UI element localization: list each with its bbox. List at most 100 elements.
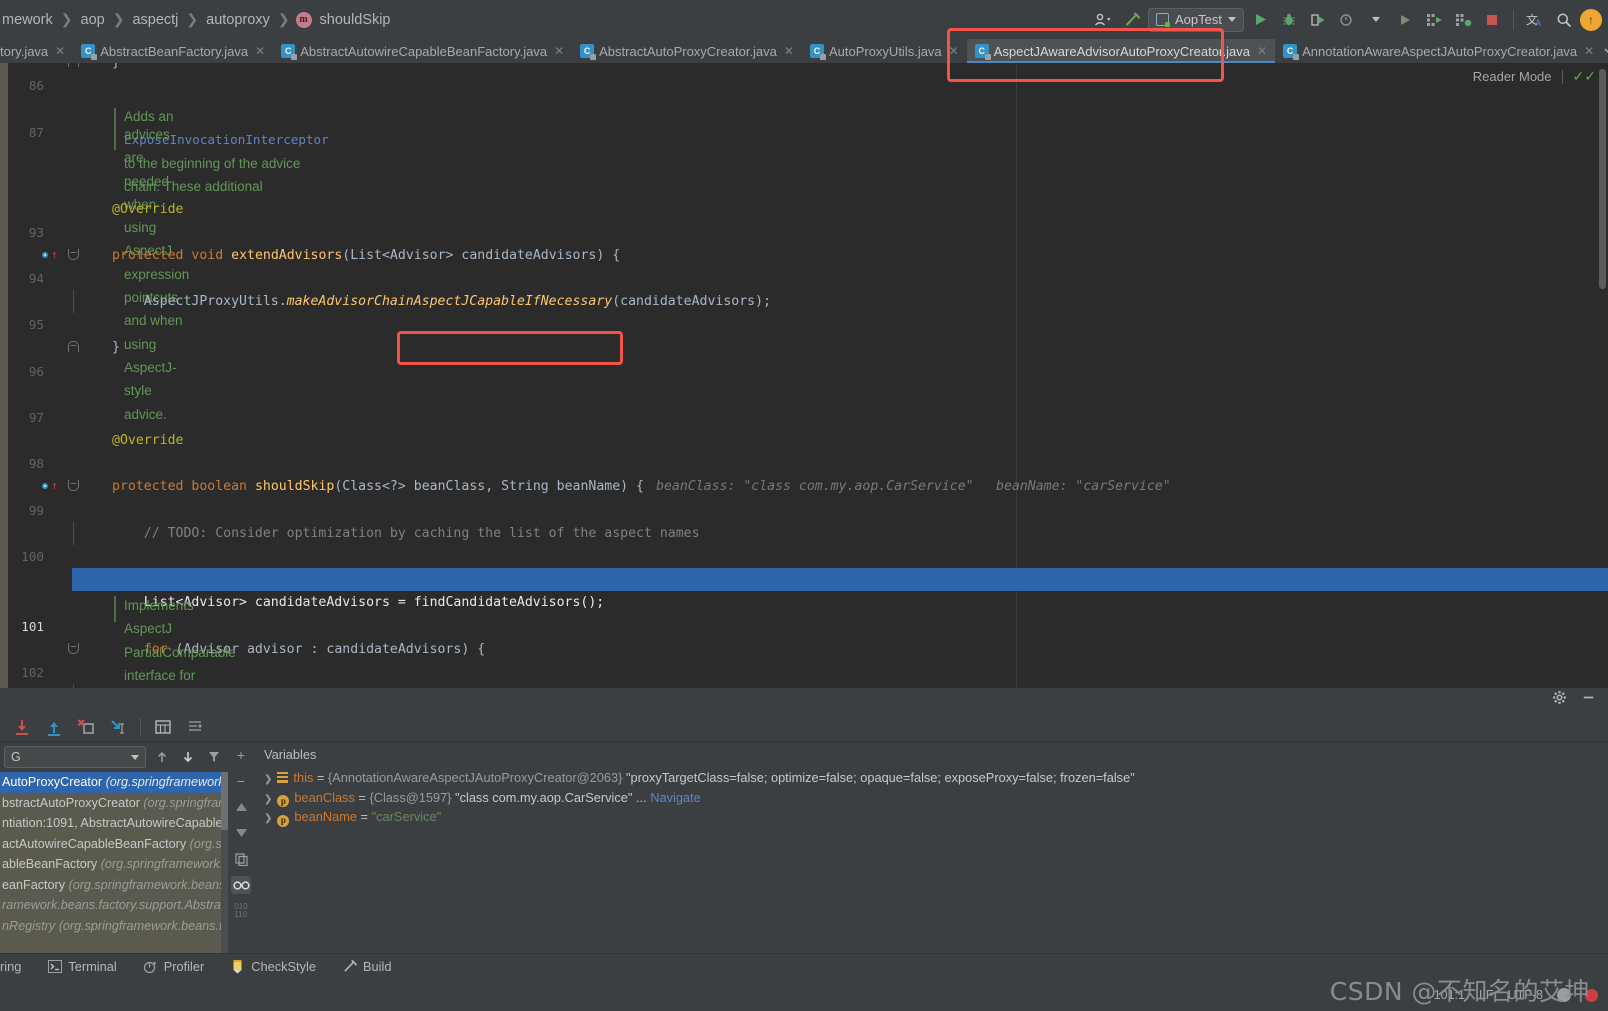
breadcrumb-item-1[interactable]: aop xyxy=(79,12,107,28)
close-icon[interactable]: ✕ xyxy=(949,44,959,58)
toolwindow-build[interactable]: Build xyxy=(342,959,391,974)
chevron-down-icon[interactable] xyxy=(1363,7,1389,33)
editor-tab[interactable]: C AbstractAutoProxyCreator.java ✕ xyxy=(572,39,802,63)
line-number: 102 xyxy=(0,661,44,684)
frame-item[interactable]: actAutowireCapableBeanFactory (org.sp xyxy=(0,834,228,855)
debug-icon[interactable] xyxy=(1276,7,1302,33)
toolwindow-label: CheckStyle xyxy=(251,959,316,974)
override-arrow-icon[interactable]: ↑ xyxy=(51,481,58,491)
attach-debugger-icon[interactable] xyxy=(1421,7,1447,33)
attach-profiler-icon[interactable] xyxy=(1450,7,1476,33)
code-line: 98 @Override xyxy=(0,429,1608,452)
inspect-icon[interactable] xyxy=(231,876,251,894)
editor-tab[interactable]: C AutoProxyUtils.java ✕ xyxy=(802,39,967,63)
variable-row[interactable]: ❯this = {AnnotationAwareAspectJAutoProxy… xyxy=(254,768,1608,788)
run-with-coverage-icon[interactable] xyxy=(1305,7,1331,33)
rerun-icon[interactable] xyxy=(1392,7,1418,33)
frame-item[interactable]: bstractAutoProxyCreator (org.springfram xyxy=(0,793,228,814)
search-everywhere-icon[interactable] xyxy=(1551,7,1577,33)
settings-gear-icon[interactable] xyxy=(1552,690,1567,710)
profile-icon[interactable] xyxy=(1334,7,1360,33)
breadcrumb-item-4[interactable]: shouldSkip xyxy=(318,12,393,28)
frame-item[interactable]: AutoProxyCreator (org.springframework. xyxy=(0,772,228,793)
frame-item[interactable]: eanFactory (org.springframework.beans. xyxy=(0,875,228,896)
fold-icon[interactable]: – xyxy=(68,643,79,654)
editor-tab[interactable]: C AbstractBeanFactory.java ✕ xyxy=(73,39,273,63)
run-icon[interactable] xyxy=(1247,7,1273,33)
updates-available-icon[interactable]: ↑ xyxy=(1580,9,1602,31)
force-step-into-icon[interactable] xyxy=(76,717,96,737)
close-icon[interactable]: ✕ xyxy=(784,44,794,58)
code-editor[interactable]: Reader Mode ✓✓ 86 – } 87 Adds an ExposeI… xyxy=(0,63,1608,688)
translate-icon[interactable]: 文 A xyxy=(1522,7,1548,33)
editor-tab[interactable]: tory.java ✕ xyxy=(0,39,73,63)
expand-chevron-icon[interactable]: ❯ xyxy=(264,794,272,805)
step-over-icon[interactable] xyxy=(12,717,32,737)
step-into-icon[interactable] xyxy=(44,717,64,737)
frames-scrollbar-thumb[interactable] xyxy=(221,772,228,830)
toolwindow-checkstyle[interactable]: CheckStyle xyxy=(230,959,316,974)
close-icon[interactable]: ✕ xyxy=(55,44,65,58)
remove-watch-icon[interactable]: − xyxy=(231,772,251,790)
editor-tab-active[interactable]: C AspectJAwareAdvisorAutoProxyCreator.ja… xyxy=(967,39,1275,63)
breakpoint-icon[interactable] xyxy=(40,481,50,491)
tab-list-chevron[interactable] xyxy=(1602,39,1608,63)
evaluate-expression-icon[interactable] xyxy=(153,717,173,737)
move-down-icon[interactable] xyxy=(231,824,251,842)
toolwindow-profiler[interactable]: Profiler xyxy=(143,959,205,974)
navigate-link[interactable]: Navigate xyxy=(650,790,701,805)
editor-tab[interactable]: C AnnotationAwareAspectJAutoProxyCreator… xyxy=(1275,39,1602,63)
reader-mode-toggle[interactable]: Reader Mode ✓✓ xyxy=(1473,68,1596,85)
frame-main: ableBeanFactory xyxy=(2,857,97,871)
variable-row[interactable]: ❯pbeanName = "carService" xyxy=(254,807,1608,827)
variable-row[interactable]: ❯pbeanClass = {Class@1597} "class com.my… xyxy=(254,788,1608,808)
frame-item[interactable]: ntiation:1091, AbstractAutowireCapableBe xyxy=(0,813,228,834)
close-icon[interactable]: ✕ xyxy=(1584,44,1594,58)
step-out-icon[interactable] xyxy=(108,717,128,737)
close-icon[interactable]: ✕ xyxy=(255,44,265,58)
view-breakpoints-icon[interactable] xyxy=(185,717,205,737)
editor-tab-label: AspectJAwareAdvisorAutoProxyCreator.java xyxy=(994,44,1250,59)
editor-tab[interactable]: C AbstractAutowireCapableBeanFactory.jav… xyxy=(273,39,572,63)
editor-tab-label: AbstractAutoProxyCreator.java xyxy=(599,44,777,59)
watermark: CSDN @不知名的艾坤 xyxy=(1330,972,1590,1008)
frame-item[interactable]: ramework.beans.factory.support.Abstract xyxy=(0,895,228,916)
frames-list[interactable]: AutoProxyCreator (org.springframework. b… xyxy=(0,772,228,953)
fold-icon[interactable]: – xyxy=(68,63,79,67)
move-up-icon[interactable] xyxy=(231,798,251,816)
build-hammer-icon[interactable] xyxy=(1119,7,1145,33)
fold-icon[interactable]: – xyxy=(68,249,79,260)
copy-icon[interactable] xyxy=(231,850,251,868)
breadcrumb-item-0[interactable]: mework xyxy=(0,12,55,28)
override-arrow-icon[interactable]: ↑ xyxy=(51,250,58,260)
toolwindow-terminal[interactable]: Terminal xyxy=(47,959,116,974)
variable-ref: {Class@1597} xyxy=(369,790,451,805)
close-icon[interactable]: ✕ xyxy=(1257,44,1267,58)
fold-icon[interactable]: – xyxy=(68,480,79,491)
frames-scrollbar[interactable] xyxy=(221,772,228,953)
breakpoint-icon[interactable] xyxy=(40,250,50,260)
fold-icon[interactable]: – xyxy=(68,341,79,352)
stop-icon[interactable] xyxy=(1479,7,1505,33)
filter-icon[interactable] xyxy=(204,747,224,767)
code-line-101: 101 List<Advisor> candidateAdvisors = fi… xyxy=(0,591,1608,614)
binary-icon[interactable]: 010110 xyxy=(231,902,251,920)
breakpoint-marker[interactable]: ↑ xyxy=(40,481,64,491)
expand-chevron-icon[interactable]: ❯ xyxy=(264,774,272,785)
run-configuration-selector[interactable]: AopTest xyxy=(1148,8,1244,32)
toolwindow-spring[interactable]: ring xyxy=(0,959,21,974)
breadcrumb-item-3[interactable]: autoproxy xyxy=(204,12,272,28)
frame-item[interactable]: nRegistry (org.springframework.beans.fa xyxy=(0,916,228,937)
breadcrumb-item-2[interactable]: aspectj xyxy=(130,12,180,28)
add-to-watches-icon[interactable]: + xyxy=(231,746,251,764)
minimize-icon[interactable] xyxy=(1581,690,1596,710)
close-icon[interactable]: ✕ xyxy=(554,44,564,58)
arrow-down-icon[interactable] xyxy=(178,747,198,767)
arrow-up-icon[interactable] xyxy=(152,747,172,767)
thread-selector[interactable]: G xyxy=(4,746,146,768)
breakpoint-marker[interactable]: ↑ xyxy=(40,250,64,260)
frame-item[interactable]: ableBeanFactory (org.springframework.b xyxy=(0,854,228,875)
user-dropdown-icon[interactable] xyxy=(1090,7,1116,33)
toolwindow-label: Build xyxy=(363,959,391,974)
expand-chevron-icon[interactable]: ❯ xyxy=(264,813,272,824)
